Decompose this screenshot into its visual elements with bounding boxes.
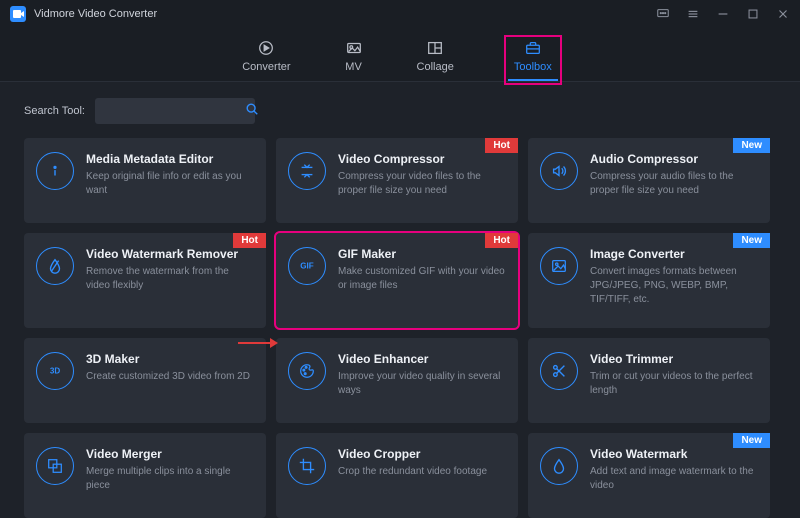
card-title: Video Compressor <box>338 152 506 166</box>
tab-collage[interactable]: Collage <box>417 39 454 81</box>
watermark-icon <box>540 447 578 485</box>
svg-text:3D: 3D <box>50 367 60 376</box>
tool-card-audio-compressor[interactable]: NewAudio Compressor Compress your audio f… <box>528 138 770 223</box>
card-title: Video Merger <box>86 447 254 461</box>
card-text: Video Cropper Crop the redundant video fo… <box>338 447 487 504</box>
tool-card-video-watermark-remover[interactable]: HotVideo Watermark Remover Remove the wat… <box>24 233 266 328</box>
card-text: Media Metadata Editor Keep original file … <box>86 152 254 209</box>
card-title: Audio Compressor <box>590 152 758 166</box>
menu-icon[interactable] <box>686 7 700 21</box>
badge-hot: Hot <box>233 233 266 248</box>
card-title: Video Cropper <box>338 447 487 461</box>
card-title: Video Enhancer <box>338 352 506 366</box>
search-icon[interactable] <box>245 102 259 121</box>
tab-toolbox[interactable]: Toolbox <box>508 39 558 81</box>
card-title: Image Converter <box>590 247 758 261</box>
info-icon <box>36 152 74 190</box>
card-description: Trim or cut your videos to the perfect l… <box>590 370 758 398</box>
card-text: Image Converter Convert images formats be… <box>590 247 758 314</box>
card-title: 3D Maker <box>86 352 250 366</box>
card-description: Improve your video quality in several wa… <box>338 370 506 398</box>
feedback-icon[interactable] <box>656 7 670 21</box>
compress-icon <box>288 152 326 190</box>
3d-icon: 3D <box>36 352 74 390</box>
card-text: Audio Compressor Compress your audio file… <box>590 152 758 209</box>
close-icon[interactable] <box>776 7 790 21</box>
tool-card-image-converter[interactable]: NewImage Converter Convert images formats… <box>528 233 770 328</box>
tool-card-gif-maker[interactable]: Hot GIF GIF Maker Make customized GIF with … <box>276 233 518 328</box>
card-description: Merge multiple clips into a single piece <box>86 465 254 493</box>
card-title: Video Watermark <box>590 447 758 461</box>
crop-icon <box>288 447 326 485</box>
tool-card-video-watermark[interactable]: NewVideo Watermark Add text and image wat… <box>528 433 770 518</box>
card-description: Make customized GIF with your video or i… <box>338 265 506 293</box>
image-icon <box>540 247 578 285</box>
card-text: Video Trimmer Trim or cut your videos to … <box>590 352 758 409</box>
tab-label: Toolbox <box>514 61 552 73</box>
toolbox-icon <box>524 39 542 57</box>
tab-label: MV <box>345 61 362 73</box>
app-title: Vidmore Video Converter <box>34 8 157 20</box>
card-text: Video Enhancer Improve your video quality… <box>338 352 506 409</box>
search-input[interactable] <box>103 105 245 117</box>
card-description: Remove the watermark from the video flex… <box>86 265 254 293</box>
tool-card-video-cropper[interactable]: Video Cropper Crop the redundant video fo… <box>276 433 518 518</box>
badge-new: New <box>733 233 770 248</box>
card-text: GIF Maker Make customized GIF with your v… <box>338 247 506 314</box>
tab-label: Collage <box>417 61 454 73</box>
gif-icon: GIF <box>288 247 326 285</box>
tool-card-video-trimmer[interactable]: Video Trimmer Trim or cut your videos to … <box>528 338 770 423</box>
converter-icon <box>257 39 275 57</box>
card-description: Crop the redundant video footage <box>338 465 487 479</box>
tool-card-3d-maker[interactable]: 3D 3D Maker Create customized 3D video fro… <box>24 338 266 423</box>
card-description: Compress your video files to the proper … <box>338 170 506 198</box>
card-description: Compress your audio files to the proper … <box>590 170 758 198</box>
title-bar: Vidmore Video Converter <box>0 0 800 28</box>
tool-card-media-metadata-editor[interactable]: Media Metadata Editor Keep original file … <box>24 138 266 223</box>
card-title: Video Trimmer <box>590 352 758 366</box>
search-row: Search Tool: <box>24 98 776 124</box>
card-description: Add text and image watermark to the vide… <box>590 465 758 493</box>
main-nav: Converter MV Collage Toolbox <box>0 28 800 82</box>
card-text: 3D Maker Create customized 3D video from … <box>86 352 250 409</box>
card-description: Convert images formats between JPG/JPEG,… <box>590 265 758 307</box>
badge-hot: Hot <box>485 233 518 248</box>
tab-label: Converter <box>242 61 290 73</box>
card-title: Media Metadata Editor <box>86 152 254 166</box>
card-text: Video Merger Merge multiple clips into a … <box>86 447 254 504</box>
maximize-icon[interactable] <box>746 7 760 21</box>
tab-mv[interactable]: MV <box>345 39 363 81</box>
audio-compress-icon <box>540 152 578 190</box>
tool-area: Search Tool: Media Metadata Editor Keep o… <box>0 82 800 517</box>
minimize-icon[interactable] <box>716 7 730 21</box>
badge-hot: Hot <box>485 138 518 153</box>
tool-card-video-compressor[interactable]: HotVideo Compressor Compress your video f… <box>276 138 518 223</box>
palette-icon <box>288 352 326 390</box>
tool-card-video-enhancer[interactable]: Video Enhancer Improve your video quality… <box>276 338 518 423</box>
card-description: Create customized 3D video from 2D <box>86 370 250 384</box>
search-box[interactable] <box>95 98 255 124</box>
card-title: GIF Maker <box>338 247 506 261</box>
merge-icon <box>36 447 74 485</box>
search-label: Search Tool: <box>24 105 85 117</box>
card-text: Video Watermark Add text and image waterm… <box>590 447 758 504</box>
droplet-icon <box>36 247 74 285</box>
tool-card-video-merger[interactable]: Video Merger Merge multiple clips into a … <box>24 433 266 518</box>
card-title: Video Watermark Remover <box>86 247 254 261</box>
card-description: Keep original file info or edit as you w… <box>86 170 254 198</box>
card-text: Video Watermark Remover Remove the waterm… <box>86 247 254 314</box>
tab-converter[interactable]: Converter <box>242 39 290 81</box>
collage-icon <box>426 39 444 57</box>
svg-text:GIF: GIF <box>300 262 314 271</box>
badge-new: New <box>733 433 770 448</box>
app-logo-icon <box>10 6 26 22</box>
tool-grid: Media Metadata Editor Keep original file … <box>24 138 776 518</box>
card-text: Video Compressor Compress your video file… <box>338 152 506 209</box>
scissors-icon <box>540 352 578 390</box>
badge-new: New <box>733 138 770 153</box>
mv-icon <box>345 39 363 57</box>
